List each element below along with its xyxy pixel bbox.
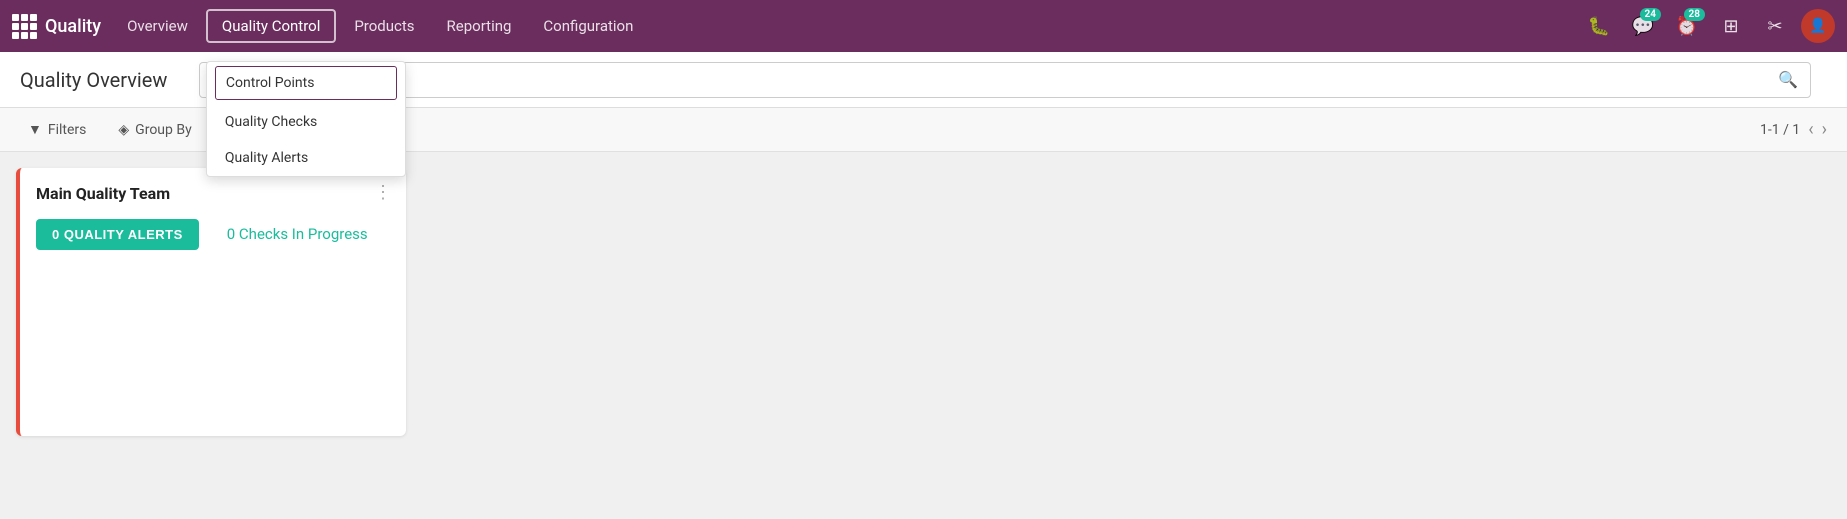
dropdown-item-quality-alerts[interactable]: Quality Alerts [207,140,405,176]
nav-quality-control[interactable]: Quality Control [206,9,336,43]
checks-in-progress-link[interactable]: 0 Checks In Progress [227,225,368,243]
chat-icon-btn[interactable]: 💬 24 [1625,8,1661,44]
grid-view-icon-btn[interactable]: ⊞ [1713,8,1749,44]
card-title: Main Quality Team [36,184,390,203]
prev-page-button[interactable]: ‹ [1808,119,1813,140]
search-area[interactable]: 🔍 [199,62,1811,98]
brand-name: Quality [45,16,101,37]
group-by-icon: ◈ [118,122,129,138]
clock-badge: 28 [1684,8,1705,21]
clock-icon-btn[interactable]: ⏰ 28 [1669,8,1705,44]
dropdown-item-quality-checks[interactable]: Quality Checks [207,104,405,140]
filters-button[interactable]: ▼ Filters [20,117,94,142]
kanban-card: ⋮ Main Quality Team 0 QUALITY ALERTS 0 C… [16,168,406,436]
card-actions: 0 QUALITY ALERTS 0 Checks In Progress [36,219,390,250]
grid-icon [12,14,37,39]
quality-control-dropdown: Control Points Quality Checks Quality Al… [206,61,406,177]
group-by-button[interactable]: ◈ Group By [110,118,199,142]
nav-reporting[interactable]: Reporting [433,11,526,41]
right-panel [422,168,1831,436]
group-by-label: Group By [135,122,192,138]
search-icon: 🔍 [1778,70,1798,89]
nav-products[interactable]: Products [340,11,428,41]
card-menu-button[interactable]: ⋮ [374,182,392,203]
user-avatar[interactable]: 👤 [1801,9,1835,43]
navbar: Quality Overview Quality Control Control… [0,0,1847,52]
tools-icon-btn[interactable]: ✂ [1757,8,1793,44]
search-input[interactable] [212,72,1778,88]
pagination-text: 1-1 / 1 [1760,122,1800,138]
filters-label: Filters [48,122,87,138]
dropdown-item-control-points[interactable]: Control Points [215,66,397,100]
filter-icon: ▼ [28,121,42,138]
main-content: ⋮ Main Quality Team 0 QUALITY ALERTS 0 C… [0,152,1847,452]
nav-overview[interactable]: Overview [113,11,202,41]
navbar-right: 🐛 💬 24 ⏰ 28 ⊞ ✂ 👤 [1581,8,1835,44]
quality-alerts-button[interactable]: 0 QUALITY ALERTS [36,219,199,250]
bug-icon-btn[interactable]: 🐛 [1581,8,1617,44]
next-page-button[interactable]: › [1822,119,1827,140]
nav-configuration[interactable]: Configuration [529,11,647,41]
nav-quality-control-wrapper: Quality Control Control Points Quality C… [206,9,336,43]
pagination-info: 1-1 / 1 ‹ › [1760,119,1827,140]
brand-logo[interactable]: Quality [12,14,101,39]
page-title: Quality Overview [20,68,167,92]
chat-badge: 24 [1640,8,1661,21]
